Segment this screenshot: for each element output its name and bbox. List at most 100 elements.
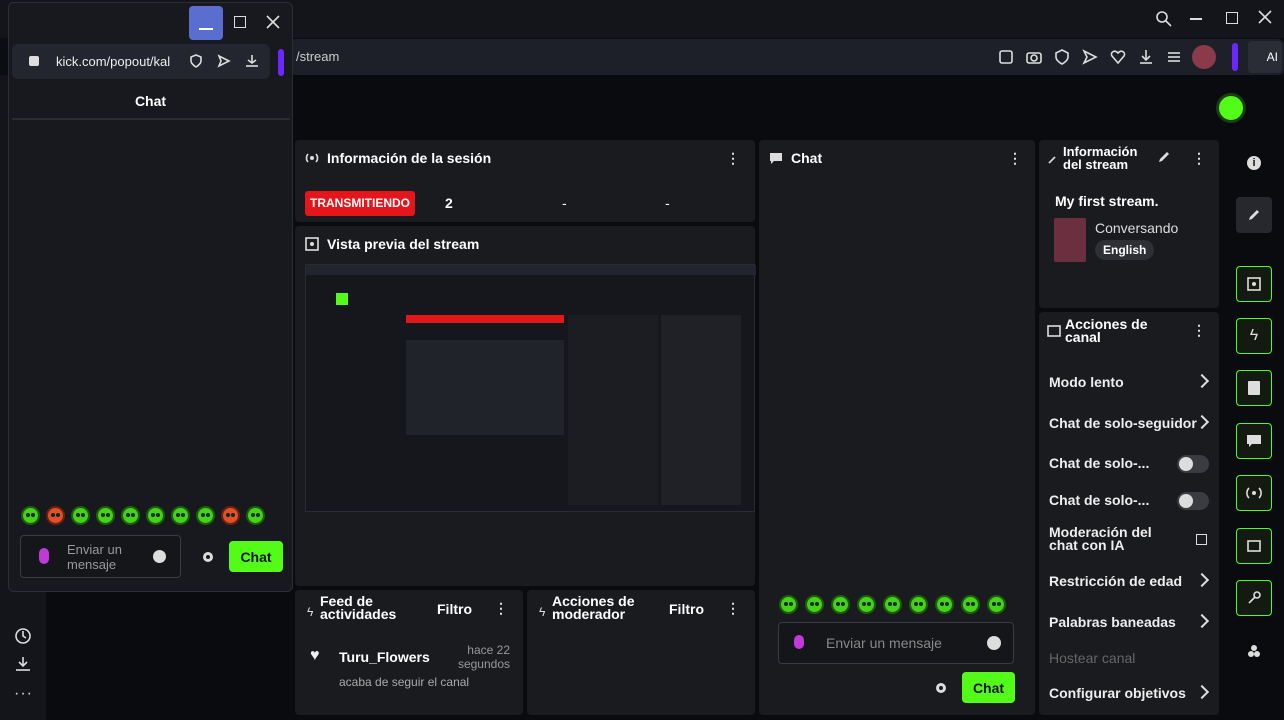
emote-9[interactable] [987,595,1006,614]
heart-icon[interactable] [1110,49,1126,65]
shield-icon[interactable] [189,54,203,68]
emoji-icon[interactable] [987,636,1001,650]
mod-filter-button[interactable]: Filtro [669,601,704,617]
goals-item[interactable]: Configurar objetivos [1049,685,1214,701]
window-minimize-button[interactable] [1190,18,1202,20]
popout-sidebar-toggle[interactable] [278,49,284,76]
stream-preview-title: Vista previa del stream [327,236,480,252]
channel-actions-menu-icon[interactable]: ⋮ [1191,323,1207,339]
subscribers-only-toggle[interactable] [1177,455,1209,473]
send-icon[interactable] [1082,49,1098,65]
popout-settings-icon[interactable] [201,550,215,564]
live-status-badge: TRANSMITIENDO [305,191,415,216]
emoji-icon[interactable] [153,550,166,563]
apps-icon[interactable] [1236,633,1272,669]
age-restriction-item[interactable]: Restricción de edad [1049,573,1214,589]
emote-8[interactable] [961,595,980,614]
mod-actions-title: Acciones de moderador [552,593,635,622]
info-icon[interactable]: i [1236,145,1272,181]
chat-input[interactable]: Enviar un mensaje [778,622,1014,664]
search-icon[interactable] [1155,10,1173,28]
quick-actions-bar: i ϟ [1224,140,1284,720]
lock-icon [29,56,39,66]
emote-6[interactable] [909,595,928,614]
stream-preview-panel: Vista previa del stream [295,226,756,586]
emote-7[interactable] [171,506,190,525]
chat-settings-icon[interactable] [934,681,948,695]
address-bar[interactable]: /stream AI [290,39,1284,75]
sidebar-toggle[interactable] [1232,43,1238,71]
more-icon[interactable]: ··· [14,685,33,703]
edit-icon[interactable] [1236,197,1272,233]
popout-send-button[interactable]: Chat [229,541,283,572]
channel-actions-title: Acciones de canal [1065,316,1148,345]
broadcast-icon[interactable] [1236,475,1272,511]
session-menu-icon[interactable]: ⋮ [725,151,741,167]
chat-bubble-icon[interactable] [1236,423,1272,459]
chat-send-button[interactable]: Chat [962,672,1015,703]
window-close-button[interactable] [1258,10,1272,24]
emote-4[interactable] [96,506,115,525]
emote-8[interactable] [196,506,215,525]
slow-mode-item[interactable]: Modo lento [1049,374,1214,390]
menu-icon[interactable] [1166,49,1182,65]
shield-icon[interactable] [1054,49,1070,65]
microphone-icon[interactable] [794,635,804,649]
emote-5[interactable] [883,595,902,614]
popout-maximize-button[interactable] [234,16,246,28]
notes-icon[interactable] [1236,370,1272,406]
popout-chat-input[interactable]: Enviar un mensaje [20,535,181,578]
emote-10[interactable] [246,506,265,525]
chat-menu-icon[interactable]: ⋮ [1007,151,1023,167]
send-icon[interactable] [217,54,231,68]
stream-video[interactable] [305,264,756,512]
emote-4[interactable] [857,595,876,614]
chat-header: Chat [769,150,822,166]
profile-avatar[interactable] [1192,45,1216,69]
browser-toolbar [998,49,1182,65]
emote-2[interactable] [46,506,65,525]
emote-2[interactable] [805,595,824,614]
ai-moderation-item[interactable]: Moderación del chat con IA [1049,525,1179,552]
activity-filter-button[interactable]: Filtro [437,601,472,617]
download-icon[interactable] [1138,49,1154,65]
microphone-icon[interactable] [39,548,49,564]
ai-button[interactable]: AI [1248,41,1282,73]
downloads-icon[interactable] [14,655,32,673]
activity-username[interactable]: Turu_Flowers [339,649,430,665]
session-stat-3: - [665,195,670,211]
emote-5[interactable] [121,506,140,525]
pencil-icon[interactable] [1157,150,1171,164]
emote-7[interactable] [935,595,954,614]
download-icon[interactable] [245,54,259,68]
banned-words-item[interactable]: Palabras baneadas [1049,614,1214,630]
popout-chat-title: Chat [134,93,167,109]
emote-9[interactable] [221,506,240,525]
broadcast-icon [305,153,319,163]
wrench-icon[interactable] [1236,580,1272,616]
history-icon[interactable] [14,627,32,645]
chat-title: Chat [791,150,823,166]
viewer-count: 2 [445,195,453,211]
heart-icon: ♥ [310,647,320,664]
lightning-icon[interactable]: ϟ [1236,318,1272,354]
emote-3[interactable] [71,506,90,525]
stream-info-menu-icon[interactable]: ⋮ [1191,151,1207,167]
followers-only-item[interactable]: Chat de solo-seguidor [1049,415,1214,431]
emote-3[interactable] [831,595,850,614]
mod-menu-icon[interactable]: ⋮ [725,601,741,617]
emote-6[interactable] [146,506,165,525]
edit-icon[interactable] [998,49,1014,65]
focus-icon[interactable] [1236,266,1272,302]
popout-minimize-button[interactable] [189,6,223,40]
emote-1[interactable] [21,506,40,525]
popout-close-button[interactable] [266,15,280,29]
popout-address-bar[interactable]: kick.com/popout/kal [12,44,270,79]
user-avatar[interactable] [1216,93,1246,123]
window-restore-button[interactable] [1226,12,1238,24]
emote-only-toggle[interactable] [1177,492,1209,510]
activity-menu-icon[interactable]: ⋮ [493,601,509,617]
emote-1[interactable] [779,595,798,614]
camera-icon[interactable] [1026,49,1042,65]
channel-icon[interactable] [1236,528,1272,564]
